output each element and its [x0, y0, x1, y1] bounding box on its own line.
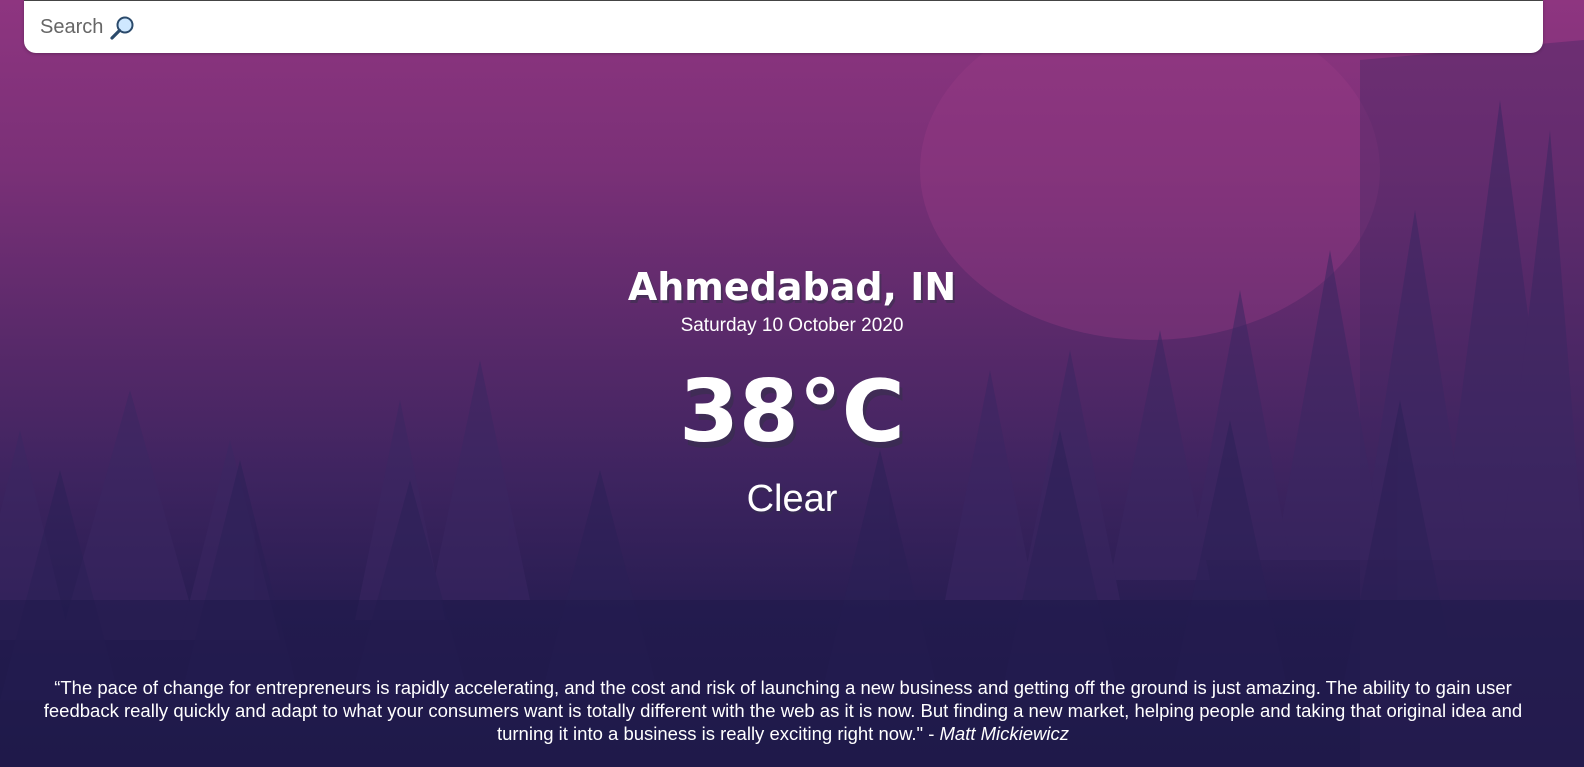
date-text: Saturday 10 October 2020 [680, 315, 904, 336]
location-box: Ahmedabad, IN Saturday 10 October 2020 [0, 262, 1584, 338]
quote-text: “The pace of change for entrepreneurs is… [43, 677, 1523, 744]
search-bar [24, 0, 1543, 53]
search-input[interactable] [24, 1, 1543, 53]
quote-author: Matt Mickiewicz [939, 723, 1070, 744]
weather-condition: Clear [746, 478, 838, 520]
temperature-value: 38°C [679, 362, 905, 462]
weather-box: 38°C Clear [0, 362, 1584, 522]
location-title: Ahmedabad, IN [627, 265, 957, 309]
quote-block: “The pace of change for entrepreneurs is… [20, 676, 1546, 745]
